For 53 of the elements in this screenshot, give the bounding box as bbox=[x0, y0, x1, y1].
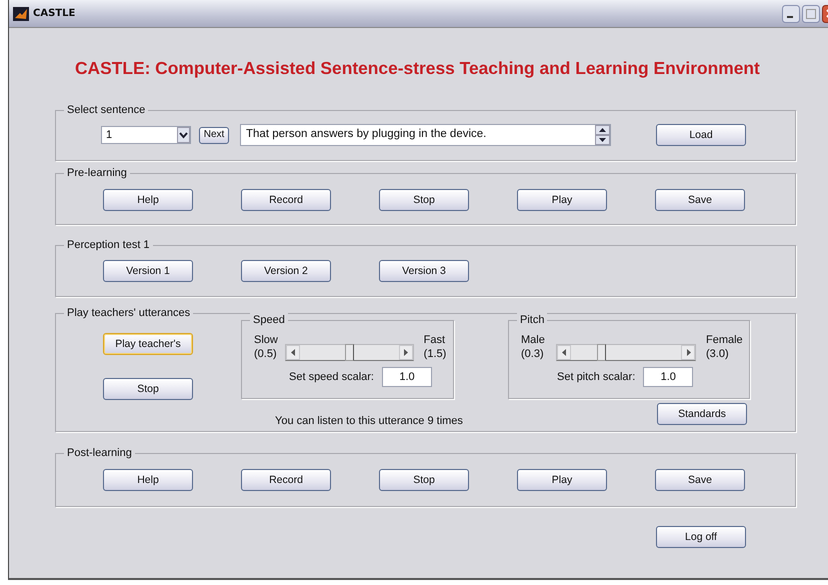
slider-thumb[interactable] bbox=[597, 344, 606, 361]
sentence-field[interactable]: That person answers by plugging in the device. bbox=[240, 124, 611, 146]
range-value: (0.3) bbox=[521, 347, 545, 361]
next-button[interactable]: Next bbox=[199, 126, 229, 144]
spinner-icon[interactable] bbox=[595, 125, 610, 145]
button[interactable]: Stop bbox=[379, 189, 469, 211]
button[interactable]: Help bbox=[103, 469, 193, 491]
scalar-value: 1.0 bbox=[660, 370, 676, 385]
panel-label: Perception test 1 bbox=[64, 238, 153, 252]
range-value: (1.5) bbox=[424, 347, 448, 361]
sentence-text: That person answers by plugging in the device. bbox=[245, 127, 488, 142]
version-button[interactable]: Version 1 bbox=[103, 260, 193, 282]
range-label: Fast bbox=[424, 333, 446, 347]
dropdown[interactable]: 1 bbox=[101, 126, 191, 144]
minimize-icon[interactable] bbox=[782, 4, 800, 22]
scalar-label: Set pitch scalar: bbox=[557, 370, 636, 385]
range-value: (3.0) bbox=[706, 347, 730, 361]
panel-label: Play teachers' utterances bbox=[64, 306, 194, 320]
button[interactable]: Save bbox=[655, 189, 745, 211]
button[interactable]: Play bbox=[517, 189, 607, 211]
app-icon bbox=[13, 6, 29, 20]
slider-track[interactable] bbox=[556, 344, 696, 361]
window-title: CASTLE bbox=[33, 7, 76, 21]
button[interactable]: Help bbox=[103, 189, 193, 211]
dropdown-value: 1 bbox=[105, 128, 114, 143]
scalar-field[interactable]: 1.0 bbox=[382, 367, 432, 387]
group-label: Speed bbox=[250, 313, 288, 327]
scalar-field[interactable]: 1.0 bbox=[643, 367, 694, 387]
button[interactable]: Play bbox=[517, 469, 607, 491]
button[interactable]: Save bbox=[655, 469, 745, 491]
standards-button[interactable]: Standards bbox=[657, 403, 747, 425]
version-button[interactable]: Version 3 bbox=[379, 260, 469, 282]
caret-icon bbox=[177, 127, 190, 143]
load-button[interactable]: Load bbox=[656, 124, 746, 146]
range-label: Slow bbox=[254, 333, 279, 347]
panel-label: Post-learning bbox=[64, 446, 135, 460]
scalar-value: 1.0 bbox=[399, 370, 415, 385]
log-off-button[interactable]: Log off bbox=[656, 526, 746, 548]
app-heading: CASTLE: Computer-Assisted Sentence-stress Teaching and Learning Environment bbox=[75, 58, 761, 78]
version-button[interactable]: Version 2 bbox=[241, 260, 331, 282]
slider-thumb[interactable] bbox=[344, 344, 354, 361]
panel-label: Pre-learning bbox=[64, 166, 130, 180]
range-label: Female bbox=[706, 333, 744, 347]
range-label: Male bbox=[521, 333, 546, 347]
button[interactable]: Record bbox=[241, 189, 331, 211]
range-value: (0.5) bbox=[254, 347, 278, 361]
button[interactable]: Record bbox=[241, 469, 331, 491]
scalar-label: Set speed scalar: bbox=[289, 370, 374, 385]
button[interactable]: Stop bbox=[379, 469, 469, 491]
slider-track[interactable] bbox=[285, 344, 414, 361]
stop-button[interactable]: Stop bbox=[103, 378, 193, 400]
status-message: You can listen to this utterance 9 times bbox=[275, 414, 463, 429]
play-teacher-button[interactable]: Play teacher's bbox=[103, 333, 193, 355]
